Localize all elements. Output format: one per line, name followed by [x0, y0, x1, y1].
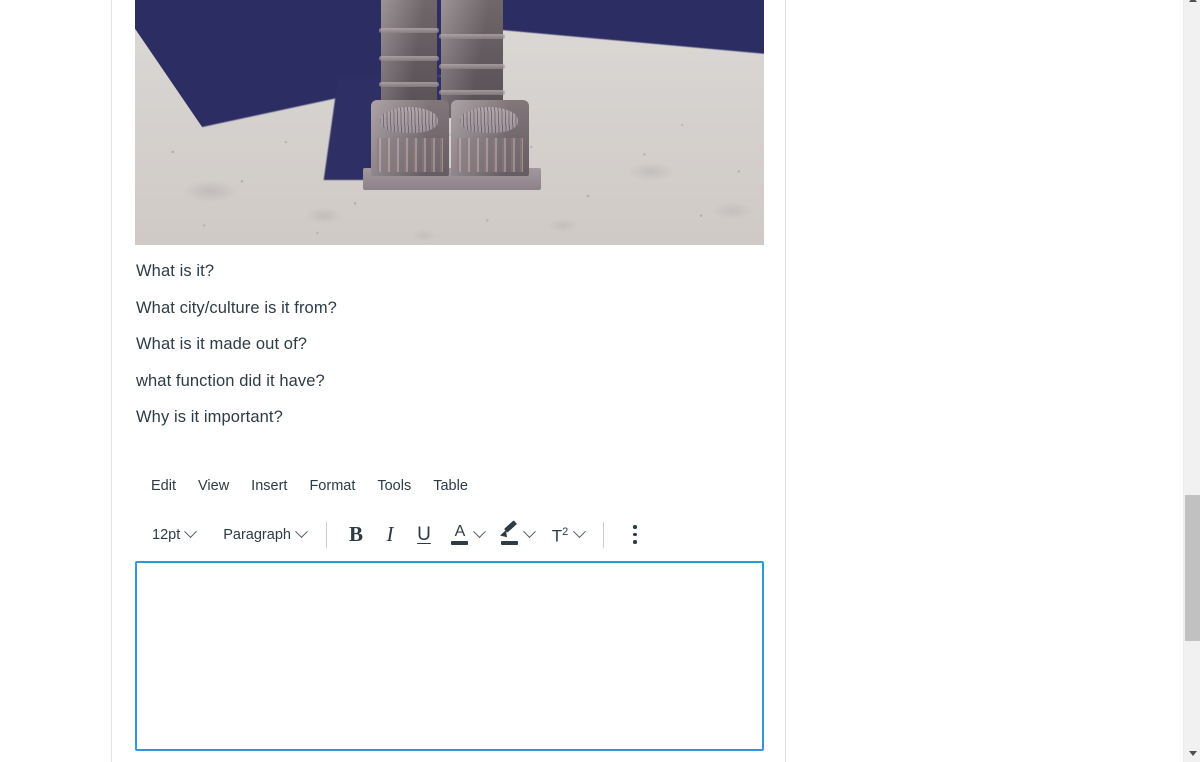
statue-foot-left	[371, 100, 449, 176]
prompt-line: What is it made out of?	[136, 335, 308, 353]
menu-table[interactable]: Table	[433, 478, 468, 494]
prompt-line: Why is it important?	[136, 408, 283, 426]
prompt-line: what function did it have?	[136, 371, 325, 390]
question-prompt-list: What is it? What city/culture is it from…	[135, 253, 764, 436]
font-size-select[interactable]: 12pt	[150, 523, 203, 547]
editor-toolbar: 12pt Paragraph B I U A T2	[135, 514, 764, 556]
more-options-icon[interactable]	[620, 519, 650, 551]
block-format-select[interactable]: Paragraph	[221, 523, 314, 547]
highlight-swatch-bar	[501, 541, 519, 545]
rich-content-editor: Edit View Insert Format Tools Table 12pt…	[135, 472, 764, 751]
statue-leg-right	[439, 0, 505, 118]
font-size-value: 12pt	[152, 526, 181, 543]
menu-format[interactable]: Format	[309, 478, 355, 494]
color-swatch-bar	[451, 540, 469, 545]
text-color-icon: A	[447, 520, 473, 550]
page-scrollbar[interactable]	[1183, 0, 1200, 762]
photo-shadow-cast	[323, 76, 451, 180]
scroll-down-arrow[interactable]	[1184, 745, 1200, 762]
statue-foot-right	[451, 100, 529, 176]
prompt-line: What city/culture is it from?	[136, 298, 337, 317]
text-color-button[interactable]: A	[441, 520, 491, 550]
prompt-line: What is it?	[136, 262, 215, 280]
toolbar-divider	[325, 521, 327, 548]
superscript-glyph: T2	[551, 526, 569, 546]
photo-shadow-right	[457, 0, 764, 56]
menu-edit[interactable]: Edit	[151, 478, 176, 494]
underline-button[interactable]: U	[407, 518, 441, 552]
page-root: What is it? What city/culture is it from…	[0, 0, 1200, 762]
menu-insert[interactable]: Insert	[251, 478, 287, 494]
content-inner: What is it? What city/culture is it from…	[135, 0, 764, 762]
statue-plinth	[363, 168, 541, 190]
highlight-color-button[interactable]	[491, 520, 541, 550]
editor-menubar: Edit View Insert Format Tools Table	[135, 472, 764, 500]
triangle-down-icon	[1188, 751, 1197, 756]
toolbar-divider	[602, 521, 604, 548]
bold-button[interactable]: B	[339, 518, 373, 552]
triangle-up-icon	[1188, 0, 1197, 2]
statue-leg-left	[379, 0, 439, 118]
italic-button[interactable]: I	[373, 518, 407, 552]
scroll-up-arrow[interactable]	[1184, 0, 1200, 8]
content-column: What is it? What city/culture is it from…	[111, 0, 786, 762]
chevron-down-icon	[573, 525, 586, 539]
menu-tools[interactable]: Tools	[377, 478, 411, 494]
superscript-icon: T2	[547, 520, 573, 550]
text-color-glyph: A	[454, 522, 466, 540]
chevron-down-icon	[184, 525, 198, 539]
block-format-value: Paragraph	[223, 526, 291, 543]
superscript-button[interactable]: T2	[541, 520, 591, 550]
statue-photo	[135, 0, 764, 245]
photo-shadow-left	[135, 0, 496, 128]
scrollbar-thumb[interactable]	[1185, 495, 1200, 641]
chevron-down-icon	[295, 525, 308, 539]
chevron-down-icon	[523, 525, 536, 539]
highlighter-pen-icon	[497, 520, 523, 550]
answer-text-editor[interactable]	[135, 560, 764, 751]
menu-view[interactable]: View	[198, 478, 229, 494]
chevron-down-icon	[473, 525, 486, 539]
question-image	[135, 0, 764, 245]
